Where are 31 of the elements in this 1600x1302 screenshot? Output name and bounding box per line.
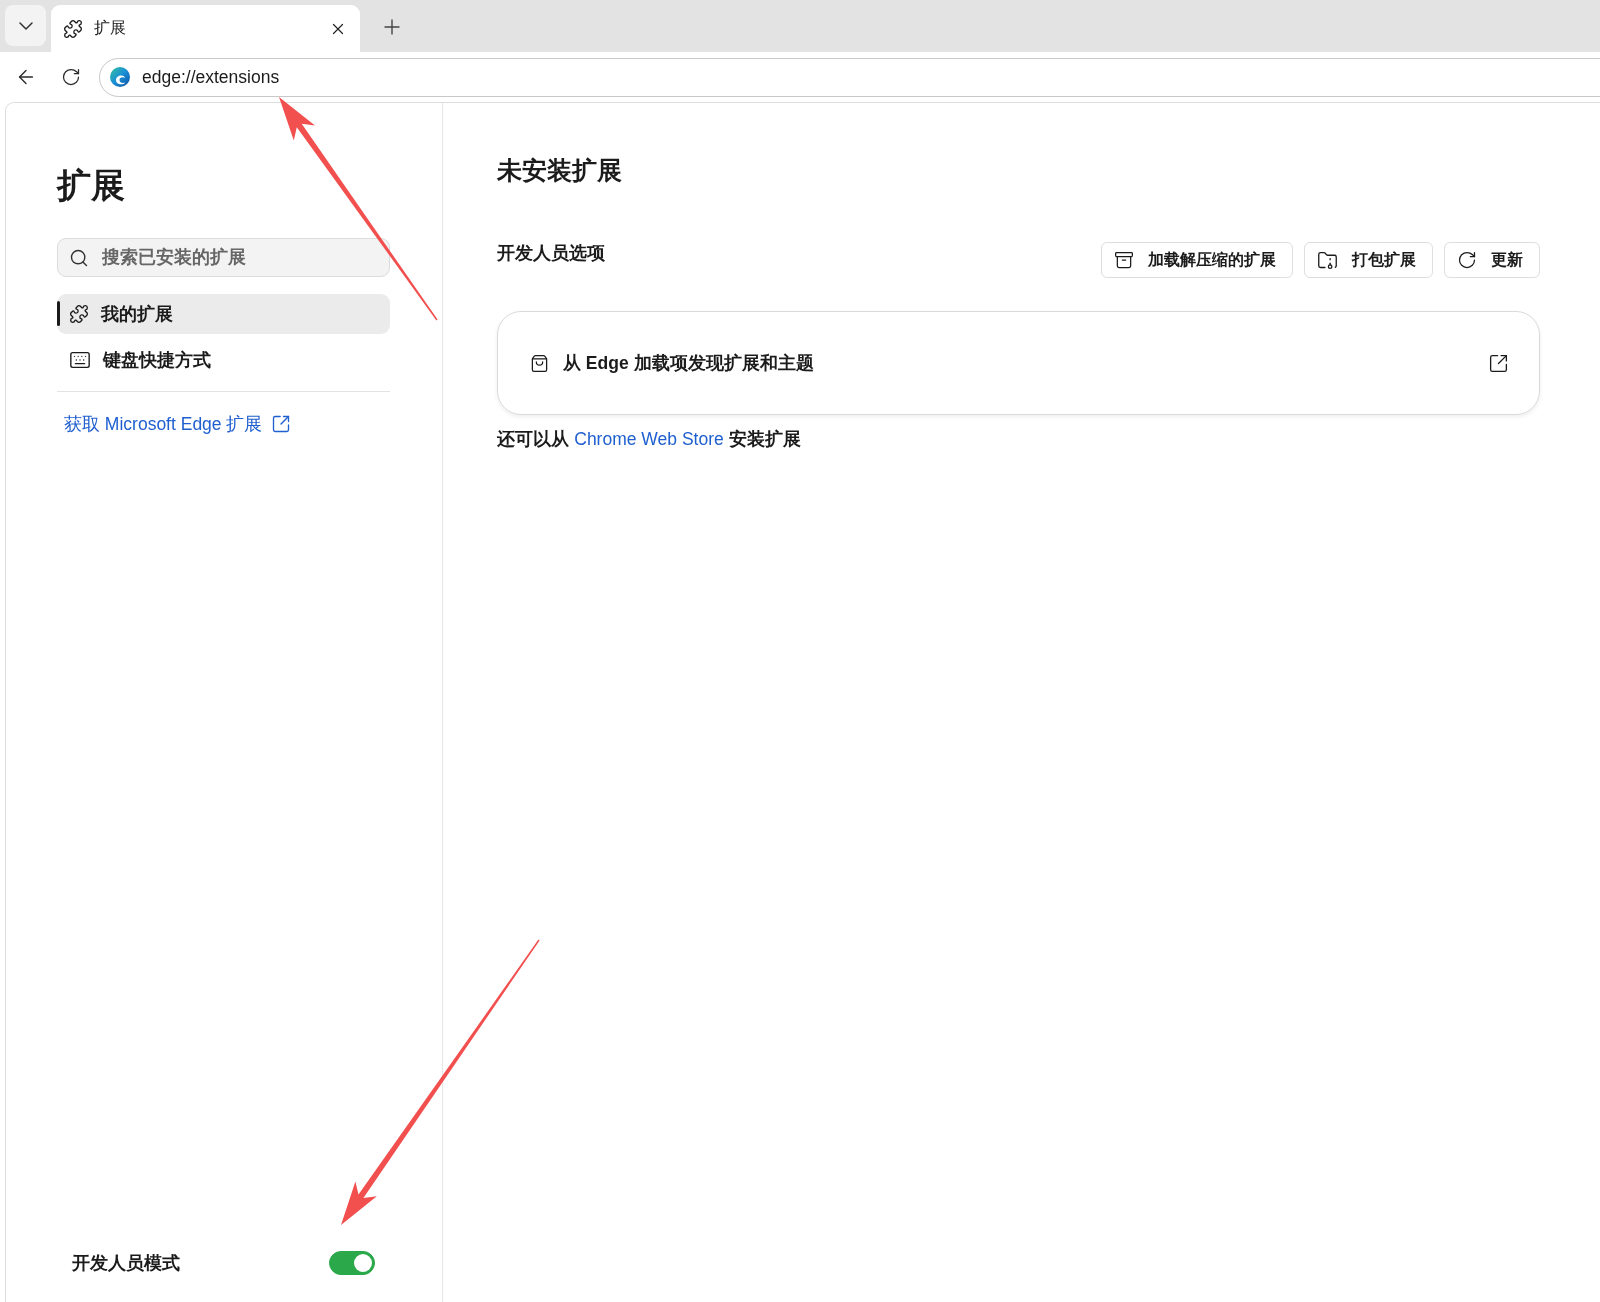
search-field[interactable]: 搜索已安装的扩展 [57, 238, 390, 277]
sidebar-title: 扩展 [57, 165, 126, 205]
chevron-down-icon [18, 21, 33, 30]
external-link-icon [271, 414, 292, 434]
sidebar-nav-item[interactable]: 键盘快捷方式 [57, 340, 390, 380]
puzzle-icon [69, 304, 89, 324]
get-extensions-link[interactable]: 获取 Microsoft Edge 扩展 [64, 412, 292, 436]
puzzle-icon [63, 18, 83, 39]
section-label: 开发人员选项 [497, 242, 605, 265]
developer-mode-toggle[interactable] [329, 1251, 375, 1275]
page-title: 未安装扩展 [497, 156, 622, 186]
discover-card[interactable]: 从 Edge 加载项发现扩展和主题 [497, 311, 1540, 415]
install-note: 还可以从 Chrome Web Store 安装扩展 [497, 428, 801, 451]
archive-icon [1114, 250, 1134, 270]
address-bar[interactable]: edge://extensions [99, 57, 1600, 97]
browser-tab[interactable]: 扩展 [51, 5, 360, 52]
load-unpacked-button[interactable]: 加载解压缩的扩展 [1101, 242, 1293, 278]
chrome-web-store-link[interactable]: Chrome Web Store [574, 429, 724, 449]
external-link-icon [1488, 352, 1509, 374]
shopping-bag-icon [530, 353, 549, 373]
swirl-logo-icon [110, 67, 130, 87]
zip-folder-icon [1317, 249, 1338, 271]
keyboard-icon [69, 349, 91, 371]
search-icon [69, 247, 89, 268]
update-button[interactable]: 更新 [1444, 242, 1540, 278]
pack-extension-button[interactable]: 打包扩展 [1304, 242, 1433, 278]
developer-mode-label: 开发人员模式 [72, 1252, 180, 1275]
refresh-icon [1457, 250, 1477, 270]
refresh-icon [61, 67, 81, 87]
tab-list-button[interactable] [5, 5, 46, 46]
sidebar-nav-item[interactable]: 我的扩展 [57, 294, 390, 334]
